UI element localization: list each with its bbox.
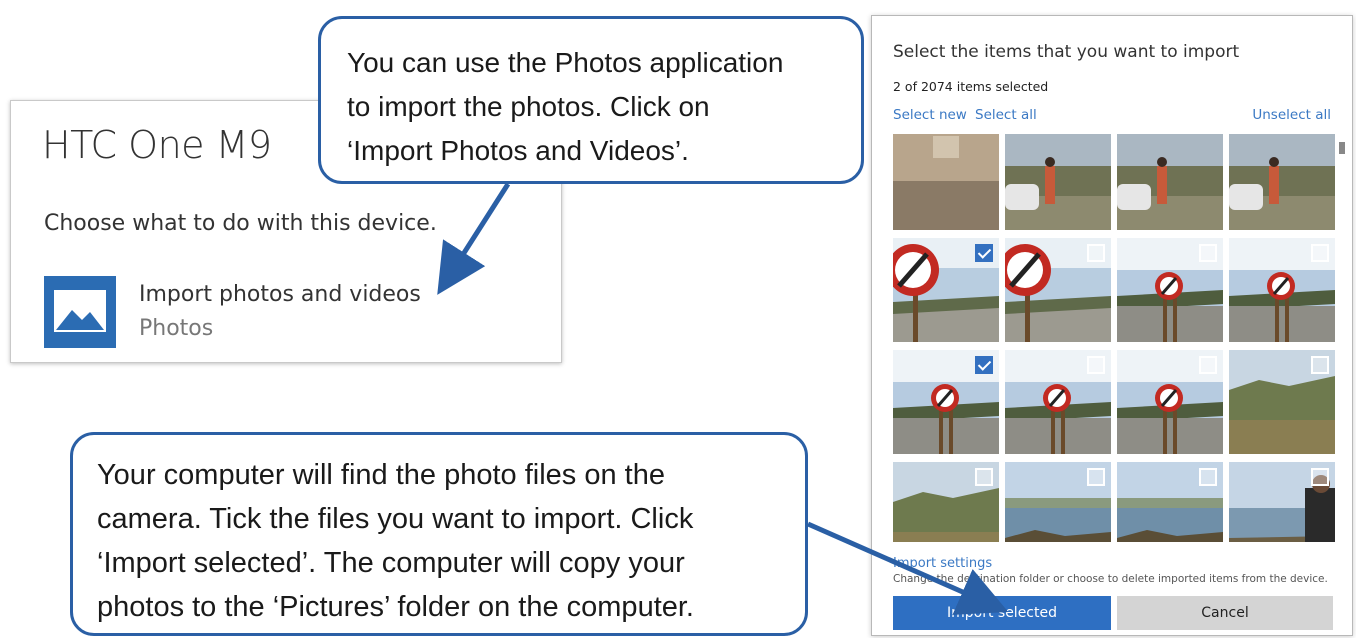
photo-thumbnail[interactable] bbox=[1005, 462, 1111, 542]
photo-thumbnail[interactable] bbox=[1229, 350, 1335, 454]
photo-image bbox=[1005, 134, 1111, 230]
scrollbar[interactable] bbox=[1338, 134, 1346, 542]
photo-image bbox=[1229, 134, 1335, 230]
device-prompt: Choose what to do with this device. bbox=[44, 211, 437, 236]
photo-checkbox[interactable] bbox=[1311, 356, 1329, 374]
select-all-link[interactable]: Select all bbox=[975, 107, 1037, 123]
photo-thumbnail[interactable] bbox=[893, 462, 999, 542]
callout-line: to import the photos. Click on bbox=[347, 91, 710, 122]
photo-thumbnail[interactable] bbox=[1229, 462, 1335, 542]
photo-checkbox[interactable] bbox=[1311, 244, 1329, 262]
callout-line: You can use the Photos application bbox=[347, 47, 784, 78]
photo-thumbnail[interactable] bbox=[893, 350, 999, 454]
photo-thumbnail[interactable] bbox=[1117, 238, 1223, 342]
selection-count: 2 of 2074 items selected bbox=[893, 79, 1049, 94]
photo-thumbnail[interactable] bbox=[1117, 350, 1223, 454]
import-settings-link[interactable]: Import settings bbox=[893, 556, 992, 571]
callout-line: ‘Import Photos and Videos’. bbox=[347, 135, 689, 166]
photo-checkbox[interactable] bbox=[1311, 468, 1329, 486]
device-title: HTC One M9 bbox=[42, 123, 272, 167]
scroll-thumb[interactable] bbox=[1339, 142, 1345, 154]
photo-thumbnail[interactable] bbox=[1229, 238, 1335, 342]
photo-checkbox[interactable] bbox=[1199, 468, 1217, 486]
import-settings-description: Change the destination folder or choose … bbox=[893, 573, 1328, 585]
photo-image bbox=[893, 134, 999, 230]
unselect-all-link[interactable]: Unselect all bbox=[1252, 107, 1331, 123]
import-dialog: Select the items that you want to import… bbox=[871, 15, 1353, 636]
photo-thumbnail[interactable] bbox=[1117, 462, 1223, 542]
photo-checkbox[interactable] bbox=[1087, 356, 1105, 374]
photo-thumbnail[interactable] bbox=[1117, 134, 1223, 230]
photo-checkbox[interactable] bbox=[1199, 356, 1217, 374]
dialog-title: Select the items that you want to import bbox=[893, 42, 1240, 62]
photo-checkbox[interactable] bbox=[1087, 468, 1105, 486]
photo-thumbnail[interactable] bbox=[1229, 134, 1335, 230]
import-selected-button[interactable]: Import selected bbox=[893, 596, 1111, 630]
import-photos-option[interactable]: Import photos and videos Photos bbox=[44, 276, 484, 348]
photo-checkbox[interactable] bbox=[1087, 244, 1105, 262]
photo-thumbnail[interactable] bbox=[1005, 134, 1111, 230]
photo-checkbox[interactable] bbox=[975, 244, 993, 262]
callout-line: camera. Tick the files you want to impor… bbox=[97, 503, 694, 535]
photo-checkbox[interactable] bbox=[1199, 244, 1217, 262]
photo-thumbnail[interactable] bbox=[1005, 238, 1111, 342]
callout-line: Your computer will find the photo files … bbox=[97, 459, 665, 491]
callout-line: ‘Import selected’. The computer will cop… bbox=[97, 547, 685, 579]
callout-import-selected: Your computer will find the photo files … bbox=[70, 432, 808, 636]
import-option-app: Photos bbox=[139, 316, 214, 341]
photo-checkbox[interactable] bbox=[975, 356, 993, 374]
import-option-label: Import photos and videos bbox=[139, 282, 421, 307]
callout-line: photos to the ‘Pictures’ folder on the c… bbox=[97, 591, 694, 623]
callout-photos-app: You can use the Photos application to im… bbox=[318, 16, 864, 184]
photos-app-icon bbox=[44, 276, 116, 348]
cancel-button[interactable]: Cancel bbox=[1117, 596, 1333, 630]
photo-thumbnail[interactable] bbox=[1005, 350, 1111, 454]
photo-thumbnail[interactable] bbox=[893, 134, 999, 230]
photo-image bbox=[1117, 134, 1223, 230]
select-new-link[interactable]: Select new bbox=[893, 107, 967, 123]
photo-checkbox[interactable] bbox=[975, 468, 993, 486]
thumbnail-grid bbox=[893, 134, 1335, 542]
photo-thumbnail[interactable] bbox=[893, 238, 999, 342]
